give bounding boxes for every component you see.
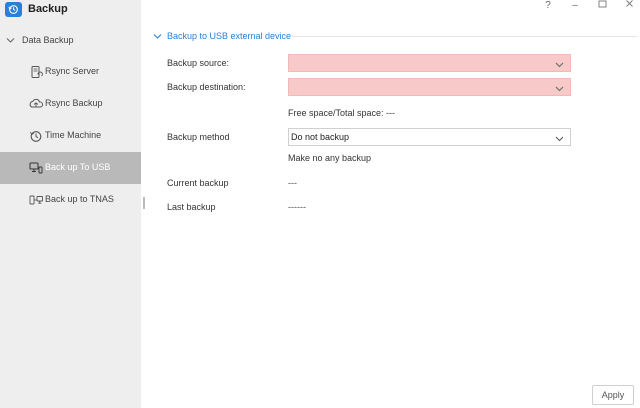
chevron-down-icon [6,36,15,46]
app-title: Backup [28,3,68,15]
chevron-down-icon [555,60,564,70]
rsync-server-icon [29,65,43,79]
current-backup-label: Current backup [167,178,229,188]
help-button[interactable]: ? [541,0,555,12]
sidebar-item-rsync-backup[interactable]: Rsync Backup [0,88,141,120]
close-button[interactable] [622,0,636,11]
section-label: Data Backup [22,35,74,45]
group-divider [292,36,637,37]
backup-method-label: Backup method [167,132,230,142]
chevron-down-icon [555,134,564,144]
sidebar: Backup Data Backup Rsync Server Rsync Ba… [0,0,141,408]
backup-method-value: Do not backup [291,132,350,142]
backup-method-select[interactable]: Do not backup [288,128,571,146]
tnas-backup-icon [29,193,43,207]
backup-destination-select[interactable] [288,78,571,96]
usb-backup-icon [29,161,43,175]
sidebar-resize-handle[interactable] [143,197,145,209]
last-backup-label: Last backup [167,202,216,212]
app-header: Backup [0,0,141,20]
group-title: Backup to USB external device [167,31,292,41]
backup-method-description: Make no any backup [288,153,372,163]
sidebar-item-label: Rsync Server [45,66,100,76]
sidebar-item-back-up-to-usb[interactable]: Back up To USB [0,152,141,184]
close-icon [625,0,633,7]
maximize-icon [598,0,606,8]
sidebar-item-time-machine[interactable]: Time Machine [0,120,141,152]
apply-button[interactable]: Apply [592,385,634,405]
sidebar-item-label: Back up To USB [45,162,111,172]
backup-source-label: Backup source: [167,58,230,68]
chevron-down-icon[interactable] [153,32,162,42]
sidebar-item-label: Rsync Backup [45,98,103,108]
free-space-text: Free space/Total space: --- [288,108,396,118]
current-backup-value: --- [288,178,297,188]
time-machine-icon [29,129,43,143]
backup-destination-label: Backup destination: [167,82,246,92]
minimize-button[interactable]: – [568,0,582,12]
backup-app-icon [5,2,22,17]
rsync-backup-icon [29,97,44,111]
section-data-backup[interactable]: Data Backup [0,31,141,49]
chevron-down-icon [555,84,564,94]
sidebar-item-label: Back up to TNAS [45,194,114,204]
sidebar-item-rsync-server[interactable]: Rsync Server [0,56,141,88]
sidebar-item-back-up-to-tnas[interactable]: Back up to TNAS [0,184,141,216]
backup-source-select[interactable] [288,54,571,72]
maximize-button[interactable] [595,0,609,11]
sidebar-item-label: Time Machine [45,130,102,140]
last-backup-value: ------ [288,202,306,212]
